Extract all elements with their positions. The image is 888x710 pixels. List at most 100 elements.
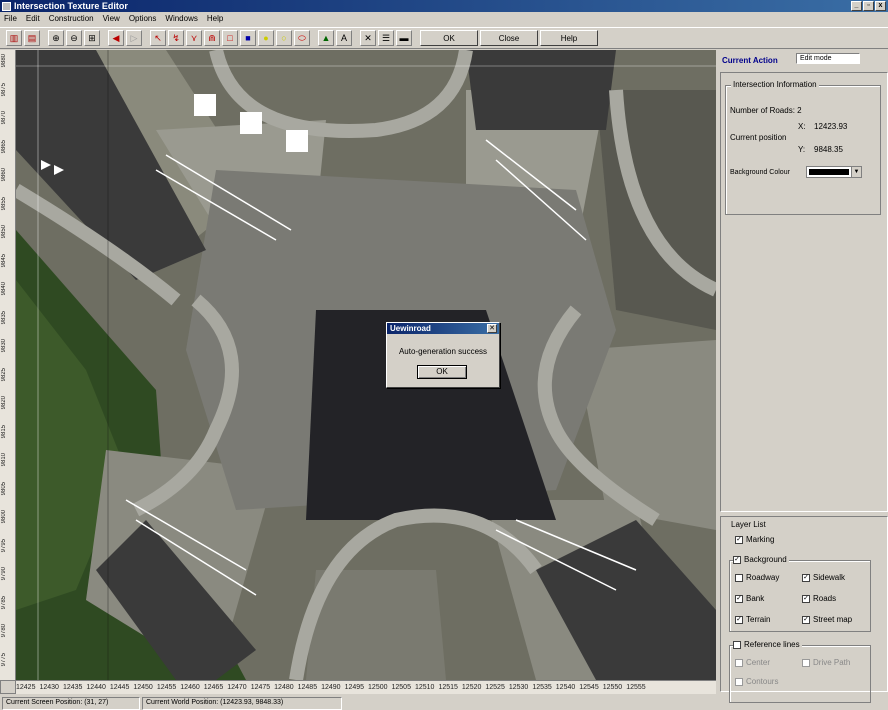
ruler-y-tick: 9835 (1, 310, 7, 324)
ruler-x-tick: 12465 (203, 684, 224, 691)
ruler-y-tick: 9810 (1, 453, 7, 467)
roadway-checkbox[interactable]: Roadway (735, 573, 779, 582)
line-thin-icon[interactable]: ☰ (378, 30, 394, 46)
close-button[interactable]: Close (480, 30, 538, 46)
ruler-x-tick: 12480 (274, 684, 294, 691)
title-bar: Intersection Texture Editor _ ▫ x (0, 0, 888, 12)
menu-view[interactable]: View (103, 14, 120, 23)
intersection-info-title: Intersection Information (731, 80, 819, 89)
reference-checkbox[interactable]: Reference lines (733, 640, 802, 649)
zoom-out-icon[interactable]: ⊖ (66, 30, 82, 46)
ruler-y-tick: 9820 (1, 396, 7, 410)
close-window-button[interactable]: x (875, 1, 886, 11)
ruler-y-tick: 9840 (1, 282, 7, 296)
current-action-field: Edit mode (796, 53, 860, 64)
ruler-x-tick: 12515 (438, 684, 458, 691)
ruler-x-tick: 12425 (16, 684, 36, 691)
ruler-x-tick: 12450 (133, 684, 153, 691)
ruler-x-tick: 12500 (368, 684, 388, 691)
rect-red-icon[interactable]: □ (222, 30, 238, 46)
window-title: Intersection Texture Editor (14, 1, 128, 11)
menu-construction[interactable]: Construction (49, 14, 94, 23)
colour-swatch (809, 169, 849, 175)
crosswalk-icon[interactable]: ✕ (360, 30, 376, 46)
ruler-x-tick: 12520 (461, 684, 482, 691)
select-arrow-icon[interactable]: ↖ (150, 30, 166, 46)
menu-edit[interactable]: Edit (26, 14, 40, 23)
ruler-x-tick: 12555 (626, 684, 646, 691)
intersection-info-group: Intersection Information Number of Roads… (725, 80, 881, 215)
vertical-ruler: 9880 9875 9870 9865 9860 9855 9850 9845 9840 9835… (0, 50, 16, 680)
polygon-icon[interactable]: ⋎ (186, 30, 202, 46)
ruler-x-tick: 12535 (532, 684, 552, 691)
edit-node-icon[interactable]: ↯ (168, 30, 184, 46)
drivepath-checkbox[interactable]: Drive Path (802, 658, 850, 667)
bank-label: Bank (746, 594, 765, 603)
bg-colour-label: Background Colour (730, 169, 790, 176)
dialog-ok-button[interactable]: OK (417, 365, 467, 379)
sidewalk-checkbox[interactable]: ✓ Sidewalk (802, 573, 845, 582)
app-icon (2, 1, 11, 11)
menu-options[interactable]: Options (129, 14, 157, 23)
ruler-x-tick: 12510 (414, 684, 435, 691)
side-panel: Current Action Edit mode Intersection In… (718, 50, 888, 703)
current-action-label: Current Action (722, 56, 778, 65)
center-label: Center (746, 658, 771, 667)
terrain-label: Terrain (746, 615, 771, 624)
ruler-x-tick: 12485 (297, 684, 318, 691)
text-icon[interactable]: A (336, 30, 352, 46)
ruler-y-tick: 9845 (1, 253, 7, 267)
center-checkbox[interactable]: Center (735, 658, 770, 667)
ruler-y-tick: 9830 (1, 339, 7, 353)
info-panel: Intersection Information Number of Roads… (720, 72, 888, 512)
minimize-button[interactable]: _ (851, 1, 862, 11)
redo-icon[interactable]: ▷ (126, 30, 142, 46)
zoom-fit-icon[interactable]: ⊞ (84, 30, 100, 46)
ruler-x-tick: 12460 (180, 684, 200, 691)
line-thick-icon[interactable]: ▬ (396, 30, 412, 46)
ok-button[interactable]: OK (420, 30, 478, 46)
save-icon[interactable]: ▤ (24, 30, 40, 46)
circle-yellow2-icon[interactable]: ○ (276, 30, 292, 46)
circle-yellow-icon[interactable]: ● (258, 30, 274, 46)
curve-icon[interactable]: ⋒ (204, 30, 220, 46)
background-checkbox[interactable]: ✓ Background (733, 555, 789, 564)
ruler-x-tick: 12490 (321, 684, 341, 691)
ruler-x-tick: 12475 (250, 684, 271, 691)
menu-file[interactable]: File (4, 14, 17, 23)
ruler-x-tick: 12445 (109, 684, 130, 691)
x-label: X: (798, 122, 806, 131)
dialog-title: Uewinroad (387, 323, 499, 334)
undo-icon[interactable]: ◀ (108, 30, 124, 46)
open-icon[interactable]: ▥ (6, 30, 22, 46)
rect-blue-icon[interactable]: ■ (240, 30, 256, 46)
roads-label: Roads (813, 594, 837, 603)
marking-checkbox[interactable]: ✓ Marking (735, 535, 774, 544)
ruler-y-tick: 9800 (1, 510, 7, 524)
ellipse-red-icon[interactable]: ⬭ (294, 30, 310, 46)
aerial-map (16, 50, 716, 680)
maximize-button[interactable]: ▫ (863, 1, 874, 11)
landscape-icon[interactable]: ▲ (318, 30, 334, 46)
reference-label: Reference lines (744, 640, 800, 649)
contours-checkbox[interactable]: Contours (735, 677, 778, 686)
menu-windows[interactable]: Windows (165, 14, 197, 23)
ruler-y-tick: 9865 (1, 139, 7, 153)
menu-help[interactable]: Help (207, 14, 223, 23)
bg-colour-select[interactable]: ▼ (806, 166, 862, 178)
roads-checkbox[interactable]: ✓ Roads (802, 594, 836, 603)
ruler-x-tick: 12470 (227, 684, 247, 691)
contours-label: Contours (746, 677, 779, 686)
roads-count: Number of Roads: 2 (730, 106, 802, 115)
reference-group: Reference lines Center Drive Path Contou… (729, 640, 871, 703)
map-canvas[interactable] (16, 50, 716, 680)
bank-checkbox[interactable]: ✓ Bank (735, 594, 764, 603)
close-icon[interactable]: ✕ (487, 324, 497, 333)
ruler-y-tick: 9775 (1, 652, 7, 666)
terrain-checkbox[interactable]: ✓ Terrain (735, 615, 770, 624)
help-button[interactable]: Help (540, 30, 598, 46)
streetmap-checkbox[interactable]: ✓ Street map (802, 615, 852, 624)
chevron-down-icon[interactable]: ▼ (851, 167, 861, 177)
ruler-y-tick: 9815 (1, 424, 7, 438)
zoom-in-icon[interactable]: ⊕ (48, 30, 64, 46)
